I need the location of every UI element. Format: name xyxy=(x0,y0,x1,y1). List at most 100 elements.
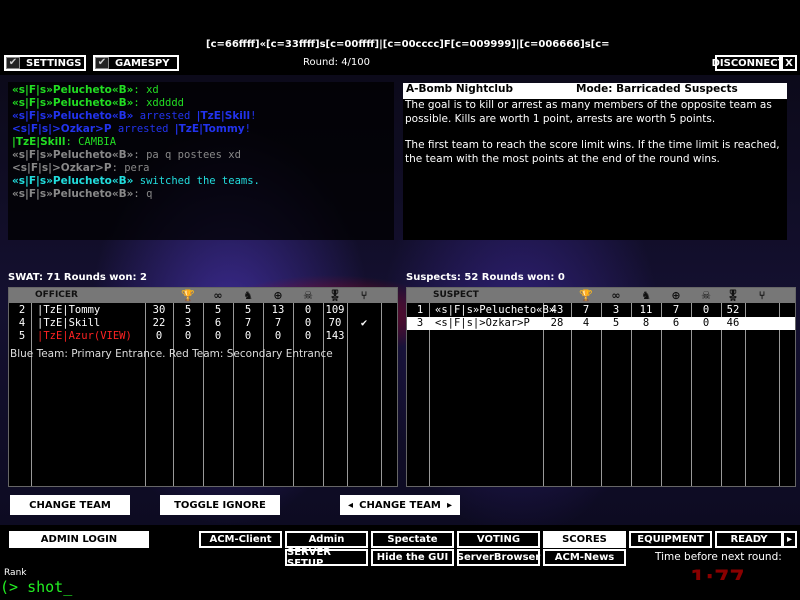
cell: 22 xyxy=(152,317,166,329)
change-team-button[interactable]: CHANGE TEAM xyxy=(10,495,130,515)
chat-message: <s|F|s|>Ozkar>P arrested |TzE|Tommy! xyxy=(12,123,390,136)
cell: 0 xyxy=(274,330,282,342)
table-row[interactable]: 4 |TzE|Skill 22 3 6 7 7 0 70 ✔ xyxy=(9,317,397,330)
cell: 4 xyxy=(582,317,590,329)
scores-button[interactable]: SCORES xyxy=(543,531,626,548)
chat-text: : pa q postees xd xyxy=(133,149,241,161)
cell: 5 xyxy=(18,330,26,342)
chat-end: ! xyxy=(250,110,257,122)
equipment-button[interactable]: EQUIPMENT xyxy=(629,531,712,548)
player-name: «s|F|s»Pelucheto«B» xyxy=(435,304,556,316)
chat-message: <s|F|s|>Ozkar>P: pera xyxy=(12,162,390,175)
cell: 0 xyxy=(304,304,312,316)
cell: 7 xyxy=(274,317,282,329)
column-divider xyxy=(631,303,632,486)
cell: 0 xyxy=(155,330,163,342)
mission-description-2: The first team to reach the score limit … xyxy=(405,139,780,165)
ping-icon[interactable]: ⑂ xyxy=(347,288,381,303)
close-icon[interactable]: X xyxy=(781,55,797,71)
chat-text: arrested xyxy=(111,123,175,135)
cell: 0 xyxy=(702,317,710,329)
table-row[interactable]: 3 <s|F|s|>Ozkar>P 28 4 5 8 6 0 46 xyxy=(407,317,795,330)
player-name: <s|F|s|>Ozkar>P xyxy=(435,317,530,329)
table-row[interactable]: 2 |TzE|Tommy 30 5 5 5 13 0 109 xyxy=(9,304,397,317)
chat-target: |TzE|Skill xyxy=(196,110,251,122)
chat-message: «s|F|s»Pelucheto«B»: q xyxy=(12,188,390,201)
cell: 28 xyxy=(550,317,564,329)
chat-message: «s|F|s»Pelucheto«B» arrested |TzE|Skill! xyxy=(12,110,390,123)
medal-icon[interactable]: 🎖 xyxy=(721,288,745,303)
disconnect-button[interactable]: DISCONNECT xyxy=(712,55,784,71)
chat-end: ! xyxy=(244,123,251,135)
table-row[interactable]: 5 |TzE|Azur(VIEW) 0 0 0 0 0 0 143 xyxy=(9,330,397,343)
chat-message: «s|F|s»Pelucheto«B»: xd xyxy=(12,84,390,97)
server-browser-button[interactable]: ServerBrowser xyxy=(457,549,540,566)
settings-label: SETTINGS xyxy=(26,57,82,69)
chat-sender: «s|F|s»Pelucheto«B» xyxy=(12,188,134,200)
trophy-icon[interactable]: 🏆 xyxy=(173,288,203,303)
server-setup-button[interactable]: SERVER SETUP xyxy=(285,547,368,569)
cell: 6 xyxy=(214,317,222,329)
acm-news-button[interactable]: ACM-News xyxy=(543,549,626,566)
cell: 2 xyxy=(18,304,26,316)
chat-sender: |TzE|Skill xyxy=(12,136,66,148)
arrest-icon[interactable]: ♞ xyxy=(631,288,661,303)
cell: 3 xyxy=(612,304,620,316)
cell: 13 xyxy=(271,304,285,316)
ready-button[interactable]: READY xyxy=(715,531,783,548)
player-name: |TzE|Skill xyxy=(37,317,101,329)
round-timer: 1:77 xyxy=(690,567,745,580)
arrest-icon[interactable]: ♞ xyxy=(233,288,263,303)
cell: 5 xyxy=(244,304,252,316)
skull-icon[interactable]: ☠ xyxy=(293,288,323,303)
arrow-right-icon[interactable]: ▸ xyxy=(782,531,797,548)
cell: 11 xyxy=(639,304,653,316)
swat-score: SWAT: 71 Rounds won: 2 xyxy=(8,272,147,283)
change-team-cycle-button[interactable]: ◂ CHANGE TEAM ▸ xyxy=(340,495,460,515)
voting-button[interactable]: VOTING xyxy=(457,531,540,548)
skull-icon[interactable]: ☠ xyxy=(691,288,721,303)
cell: 0 xyxy=(304,330,312,342)
cell: 43 xyxy=(550,304,564,316)
column-divider xyxy=(721,303,722,486)
cell: 7 xyxy=(244,317,252,329)
crosshair-icon[interactable]: ⊕ xyxy=(661,288,691,303)
console-input[interactable]: (> shot_ xyxy=(0,578,72,596)
column-divider xyxy=(661,303,662,486)
chat-text: switched the teams. xyxy=(133,175,260,187)
crosshair-icon[interactable]: ⊕ xyxy=(263,288,293,303)
chat-text: : q xyxy=(133,188,153,200)
handcuffs-icon[interactable]: ∞ xyxy=(203,288,233,303)
acm-client-button[interactable]: ACM-Client xyxy=(199,531,282,548)
arrow-left-icon[interactable]: ◂ xyxy=(348,500,353,511)
chat-message: «s|F|s»Pelucheto«B»: pa q postees xd xyxy=(12,149,390,162)
arrow-right-icon[interactable]: ▸ xyxy=(447,500,452,511)
gamespy-button[interactable]: ✔ GAMESPY xyxy=(93,55,179,71)
admin-button[interactable]: Admin xyxy=(285,531,368,548)
settings-button[interactable]: ✔ SETTINGS xyxy=(4,55,86,71)
column-divider xyxy=(429,303,430,486)
cell: 5 xyxy=(214,304,222,316)
table-row[interactable]: 1 «s|F|s»Pelucheto«B» 43 7 3 11 7 0 52 xyxy=(407,304,795,317)
column-header-name[interactable]: SUSPECT xyxy=(433,288,479,303)
ping-icon[interactable]: ⑂ xyxy=(745,288,779,303)
admin-login-button[interactable]: ADMIN LOGIN xyxy=(9,531,149,548)
column-divider xyxy=(745,303,746,486)
toggle-ignore-button[interactable]: TOGGLE IGNORE xyxy=(160,495,280,515)
suspects-scoreboard: SUSPECT 🏆 ∞ ♞ ⊕ ☠ 🎖 ⑂ 1 «s|F|s»Pelucheto«B» 43 7 3 11… xyxy=(406,287,796,487)
trophy-icon[interactable]: 🏆 xyxy=(571,288,601,303)
change-team-label: CHANGE TEAM xyxy=(359,499,441,511)
hide-gui-button[interactable]: Hide the GUI xyxy=(371,549,454,566)
chat-sender: «s|F|s»Pelucheto«B» xyxy=(12,84,134,96)
cell: 3 xyxy=(184,317,192,329)
handcuffs-icon[interactable]: ∞ xyxy=(601,288,631,303)
medal-icon[interactable]: 🎖 xyxy=(323,288,347,303)
cell: 0 xyxy=(702,304,710,316)
mission-info-panel: A-Bomb Nightclub Mode: Barricaded Suspect… xyxy=(403,83,787,240)
spectate-button[interactable]: Spectate xyxy=(371,531,454,548)
column-header-name[interactable]: OFFICER xyxy=(35,288,78,303)
column-divider xyxy=(779,303,780,486)
chat-message: «s|F|s»Pelucheto«B»: xddddd xyxy=(12,97,390,110)
gamespy-label: GAMESPY xyxy=(115,57,170,69)
timer-label: Time before next round: xyxy=(655,551,782,563)
